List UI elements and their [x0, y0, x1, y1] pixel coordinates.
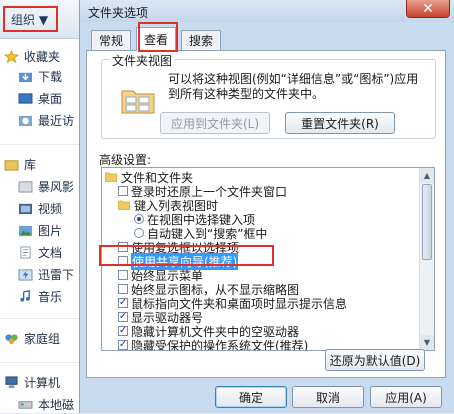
video-library-icon: [18, 180, 33, 193]
checkbox-checked[interactable]: ✓: [118, 326, 128, 336]
desktop-icon: [18, 92, 33, 104]
nav-item-label: 文档: [38, 245, 63, 260]
video-icon: [19, 203, 32, 214]
nav-item-label: 暴风影: [38, 179, 75, 194]
nav-item-label: 本地磁: [38, 397, 75, 412]
organize-button[interactable]: 组织 ▼: [5, 7, 54, 31]
nav-item-label: 视频: [38, 201, 63, 216]
tab-general[interactable]: 常规: [91, 30, 132, 50]
local-disk-icon: [18, 400, 33, 409]
view-tab-panel: 文件夹视图 可以将这种视图(例如“详细信息”或“图标”)应用到所有这种类型的文件…: [86, 50, 446, 378]
checkbox-checked[interactable]: ✓: [118, 340, 128, 350]
nav-item-desktop[interactable]: 桌面: [18, 88, 62, 108]
homegroup-icon: [5, 333, 18, 344]
dialog-button-bar: 确定 取消 应用(A): [80, 380, 454, 413]
folder-options-dialog: 文件夹选项 ✕ 常规 查看 搜索 文件夹视图 可以将这种视图(例如“详细信息”或…: [79, 0, 454, 413]
nav-item-label: 最近访: [38, 113, 75, 128]
nav-item-videos[interactable]: 视频: [18, 198, 62, 218]
navigation-pane: 收藏夹 下载 桌面 最近访 库 暴风影 视频 图片 文档 迅雷下 音乐 家庭组 …: [0, 40, 82, 413]
scrollbar-thumb[interactable]: [422, 184, 432, 260]
folder-view-group: 文件夹视图 可以将这种视图(例如“详细信息”或“图标”)应用到所有这种类型的文件…: [101, 52, 436, 139]
radio-button[interactable]: [134, 228, 144, 238]
nav-item-label: 计算机: [24, 375, 61, 390]
advanced-settings-list[interactable]: 文件和文件夹 登录时还原上一个文件夹窗口 键入列表视图时 在视图中选择键入项 自…: [101, 167, 435, 351]
folder-icon: [118, 200, 130, 210]
checkbox-checked[interactable]: ✓: [118, 298, 128, 308]
tab-label: 查看: [144, 33, 169, 47]
tab-label: 搜索: [189, 34, 214, 48]
nav-item-thunder[interactable]: 迅雷下: [18, 264, 74, 284]
vertical-scrollbar[interactable]: ▲ ▼: [419, 168, 434, 350]
thunder-download-icon: [18, 268, 33, 281]
advanced-settings-label: 高级设置:: [99, 153, 152, 167]
checkbox[interactable]: [118, 256, 128, 266]
library-icon: [4, 159, 19, 171]
recent-places-icon: [19, 115, 32, 126]
nav-item-label: 音乐: [38, 289, 63, 304]
nav-item-favorites[interactable]: 收藏夹: [4, 46, 60, 66]
folder-icon: [105, 172, 117, 182]
folder-view-title: 文件夹视图: [110, 52, 175, 69]
checkbox[interactable]: [118, 270, 128, 280]
ok-button[interactable]: 确定: [215, 386, 287, 408]
nav-item-label: 家庭组: [24, 331, 61, 346]
close-icon: ✕: [422, 0, 434, 17]
tab-view[interactable]: 查看: [136, 27, 176, 51]
checkbox[interactable]: [118, 242, 128, 252]
nav-item-documents[interactable]: 文档: [18, 242, 62, 262]
nav-item-computer[interactable]: 计算机: [4, 372, 60, 392]
tree-item-checkbox[interactable]: ✓ 隐藏受保护的操作系统文件(推荐): [118, 338, 309, 351]
star-icon: [4, 49, 19, 63]
apply-button[interactable]: 应用(A): [370, 386, 442, 408]
folder-view-icon: [121, 90, 155, 114]
music-icon: [20, 289, 30, 302]
nav-item-libraries[interactable]: 库: [4, 154, 36, 174]
nav-divider: [0, 362, 82, 363]
documents-icon: [20, 245, 31, 259]
nav-item-homegroup[interactable]: 家庭组: [4, 328, 60, 348]
tree-item-label: 隐藏受保护的操作系统文件(推荐): [131, 338, 309, 351]
scroll-down-arrow-icon[interactable]: ▼: [420, 335, 434, 350]
dialog-title: 文件夹选项: [88, 6, 149, 20]
radio-button[interactable]: [134, 214, 144, 224]
nav-item-music[interactable]: 音乐: [18, 286, 62, 306]
checkbox[interactable]: [118, 186, 128, 196]
nav-item-downloads[interactable]: 下载: [18, 66, 62, 86]
scroll-up-arrow-icon[interactable]: ▲: [420, 168, 434, 183]
checkbox-checked[interactable]: ✓: [118, 312, 128, 322]
nav-item-label: 收藏夹: [24, 49, 61, 64]
apply-to-folders-button[interactable]: 应用到文件夹(L): [160, 112, 270, 134]
restore-defaults-button[interactable]: 还原为默认值(D): [325, 349, 425, 371]
nav-item-pictures[interactable]: 图片: [18, 220, 62, 240]
nav-divider: [0, 144, 82, 145]
dialog-titlebar[interactable]: 文件夹选项 ✕: [80, 0, 454, 22]
nav-item-label: 图片: [38, 223, 63, 238]
checkbox[interactable]: [118, 284, 128, 294]
nav-item-label: 下载: [38, 69, 63, 84]
nav-item-label: 库: [24, 157, 37, 172]
nav-item-label: 桌面: [38, 91, 63, 106]
nav-item-storm-video[interactable]: 暴风影: [18, 176, 74, 196]
download-folder-icon: [19, 72, 32, 82]
folder-view-description: 可以将这种视图(例如“详细信息”或“图标”)应用到所有这种类型的文件夹中。: [168, 72, 419, 101]
nav-divider: [0, 318, 82, 319]
nav-item-local-disk[interactable]: 本地磁: [18, 394, 74, 414]
nav-item-recent[interactable]: 最近访: [18, 110, 74, 130]
tab-label: 常规: [99, 34, 124, 48]
computer-icon: [5, 375, 18, 388]
reset-folders-button[interactable]: 重置文件夹(R): [285, 112, 395, 134]
nav-item-label: 迅雷下: [38, 267, 75, 282]
close-button[interactable]: ✕: [406, 0, 450, 18]
cancel-button[interactable]: 取消: [292, 386, 364, 408]
tab-search[interactable]: 搜索: [181, 30, 222, 50]
pictures-icon: [19, 225, 32, 236]
